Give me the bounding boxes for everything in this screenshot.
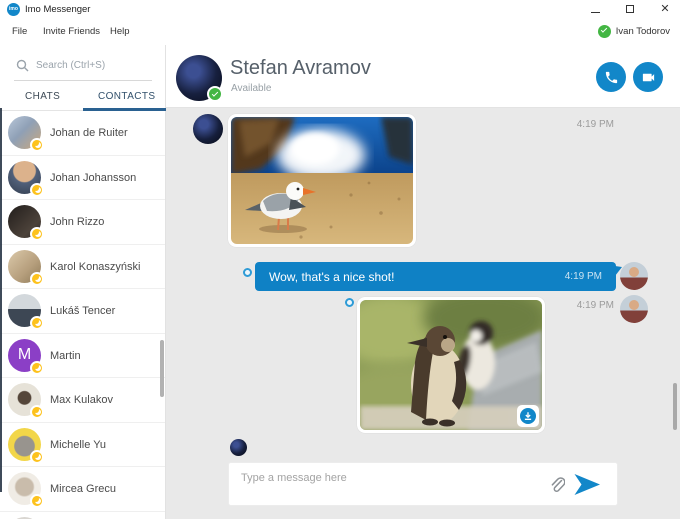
chat-scrollbar-thumb[interactable]	[673, 383, 677, 430]
penguins-photo	[360, 300, 542, 430]
video-camera-icon	[641, 70, 656, 85]
contact-name: Johan Johansson	[50, 172, 136, 184]
contact-row-johan-de-ruiter[interactable]: Johan de Ruiter	[0, 111, 165, 156]
contact-name: John Rizzo	[50, 216, 104, 228]
avatar	[8, 294, 41, 327]
away-status-icon	[30, 316, 44, 330]
title-bar: imo Imo Messenger ✕	[0, 0, 680, 20]
avatar	[8, 205, 41, 238]
away-status-icon	[30, 361, 44, 375]
contact-name: Karol Konaszyński	[50, 261, 141, 273]
outgoing-image-message[interactable]	[357, 297, 545, 433]
contact-row-mircea-grecu[interactable]: Mircea Grecu	[0, 467, 165, 512]
tab-contacts[interactable]: CONTACTS	[98, 91, 155, 102]
contact-name: Max Kulakov	[50, 394, 113, 406]
away-status-icon	[30, 227, 44, 241]
contact-list: Johan de Ruiter Johan Johansson John Riz…	[0, 111, 165, 519]
away-status-icon	[30, 272, 44, 286]
menu-file[interactable]: File	[12, 26, 27, 37]
incoming-image-message[interactable]	[228, 114, 416, 247]
away-status-icon	[30, 494, 44, 508]
contact-row-lukas-tencer[interactable]: Lukáš Tencer	[0, 289, 165, 334]
audio-call-button[interactable]	[596, 62, 626, 92]
message-input[interactable]	[241, 472, 511, 484]
message-timestamp: 4:19 PM	[577, 119, 614, 130]
message-timestamp: 4:19 PM	[577, 300, 614, 311]
close-button[interactable]: ✕	[650, 0, 680, 20]
away-status-icon	[30, 138, 44, 152]
maximize-icon	[626, 5, 634, 13]
message-text: Wow, that's a nice shot!	[269, 270, 394, 284]
sidebar-scrollbar-thumb[interactable]	[160, 340, 164, 397]
avatar	[8, 161, 41, 194]
contact-row-johan-johansson[interactable]: Johan Johansson	[0, 156, 165, 201]
contact-row-max-kulakov[interactable]: Max Kulakov	[0, 378, 165, 423]
current-user-name: Ivan Todorov	[616, 26, 670, 37]
contact-row-john-rizzo[interactable]: John Rizzo	[0, 200, 165, 245]
contact-row-partial[interactable]	[0, 512, 165, 519]
avatar	[8, 383, 41, 416]
menu-bar: File Invite Friends Help Ivan Todorov	[0, 20, 680, 45]
maximize-button[interactable]	[615, 0, 645, 20]
download-image-button[interactable]	[517, 405, 539, 427]
seagull-photo	[231, 117, 413, 244]
current-user[interactable]: Ivan Todorov	[598, 25, 670, 38]
away-status-icon	[30, 450, 44, 464]
window-title: Imo Messenger	[25, 4, 90, 15]
avatar: M	[8, 339, 41, 372]
minimize-button[interactable]	[580, 0, 610, 20]
online-status-icon	[598, 25, 611, 38]
app-logo-icon: imo	[7, 3, 20, 16]
message-timestamp: 4:19 PM	[565, 271, 602, 282]
check-icon	[212, 90, 218, 96]
chat-peer-name: Stefan Avramov	[230, 57, 371, 80]
contact-row-karol-konaszynski[interactable]: Karol Konaszyński	[0, 245, 165, 290]
contact-name: Martin	[50, 350, 81, 362]
contact-row-michelle-yu[interactable]: Michelle Yu	[0, 423, 165, 468]
avatar	[8, 250, 41, 283]
outgoing-message-avatar	[620, 295, 648, 323]
search-input[interactable]	[36, 60, 146, 71]
outgoing-text-message[interactable]: Wow, that's a nice shot! 4:19 PM	[255, 262, 616, 291]
download-icon	[520, 408, 536, 424]
outgoing-message-avatar	[620, 262, 648, 290]
window-edge-line	[0, 108, 2, 492]
conversation-area: 4:19 PM Wow, that's a nice shot! 4:19 PM	[166, 108, 680, 519]
avatar	[8, 428, 41, 461]
menu-help[interactable]: Help	[110, 26, 130, 37]
sidebar-tabs: CHATS CONTACTS	[0, 83, 166, 111]
incoming-message-avatar	[193, 114, 223, 144]
seen-indicator-avatar	[230, 439, 247, 456]
avatar	[8, 472, 41, 505]
search-box[interactable]	[14, 55, 152, 81]
app-window: imo Imo Messenger ✕ File Invite Friends …	[0, 0, 680, 519]
contact-name: Mircea Grecu	[50, 483, 116, 495]
chat-peer-avatar[interactable]	[176, 55, 222, 101]
chat-peer-status: Available	[231, 83, 271, 94]
sidebar: CHATS CONTACTS Johan de Ruiter Johan Joh…	[0, 45, 166, 519]
contact-row-martin[interactable]: M Martin	[0, 334, 165, 379]
avatar	[8, 116, 41, 149]
tab-chats[interactable]: CHATS	[25, 91, 60, 102]
contact-name: Johan de Ruiter	[50, 127, 128, 139]
chat-header: Stefan Avramov Available	[166, 45, 680, 108]
check-icon	[601, 26, 607, 32]
message-status-icon	[243, 268, 252, 277]
menu-invite-friends[interactable]: Invite Friends	[43, 26, 100, 37]
video-call-button[interactable]	[633, 62, 663, 92]
message-status-icon	[345, 298, 354, 307]
contact-name: Michelle Yu	[50, 439, 106, 451]
online-status-icon	[207, 86, 223, 102]
send-button[interactable]	[573, 472, 601, 497]
search-icon	[16, 59, 29, 72]
attach-file-icon[interactable]	[549, 476, 565, 494]
message-composer	[228, 462, 618, 506]
minimize-icon	[591, 12, 600, 13]
away-status-icon	[30, 405, 44, 419]
phone-icon	[604, 70, 619, 85]
contact-name: Lukáš Tencer	[50, 305, 115, 317]
away-status-icon	[30, 183, 44, 197]
